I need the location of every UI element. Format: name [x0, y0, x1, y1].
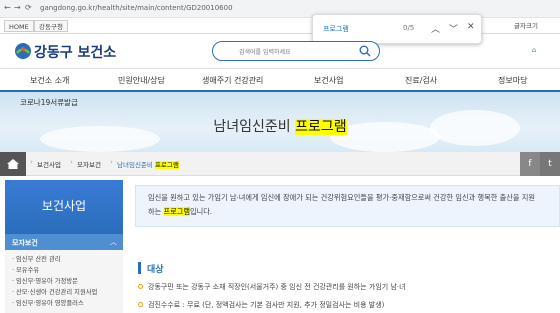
section-marker — [138, 262, 141, 274]
list-item: 검진수수료 : 무료 (단, 정액검사는 기본 검사만 지원, 추가 정밀검사는… — [148, 301, 385, 309]
search-icon[interactable] — [359, 45, 371, 57]
intro-text: 하는 프로그램입니다. — [148, 207, 212, 217]
home-icon — [7, 159, 19, 169]
intro-text-post: 입니다. — [189, 207, 213, 216]
find-prev-icon[interactable]: ︿ — [431, 22, 440, 35]
sidebar-subitem[interactable]: · 임신부·영유아 가정방문 — [12, 276, 78, 285]
forward-icon[interactable]: → — [14, 2, 21, 14]
twitter-icon[interactable]: t — [540, 152, 560, 176]
intro-text: 임신을 원하고 있는 가임기 남·녀에게 임신에 장애가 되는 건강위험요인들을… — [148, 193, 536, 202]
nav-health-programs[interactable]: 보건사업 — [314, 75, 343, 86]
breadcrumb-separator: › — [70, 158, 73, 166]
site-logo[interactable]: 강동구 보건소 — [34, 42, 116, 62]
breadcrumb-current: 남녀임신준비 프로그램 — [117, 159, 179, 169]
sidebar-subitem[interactable]: · 임신부·영유아 영양플러스 — [12, 298, 84, 307]
tab-home[interactable]: HOME — [4, 20, 34, 32]
list-item: 강동구민 또는 강동구 소재 직장인(서울거주) 중 임신 전 건강관리를 원하… — [148, 283, 406, 291]
main-nav: 보건소 소개 민원안내/상담 생애주기 건강관리 보건사업 진료/검사 정보마당 — [0, 68, 560, 92]
font-size-link[interactable]: 글자크기 — [510, 20, 542, 32]
find-in-page-bar: 프로그램 0/5 ︿ ﹀ ✕ — [312, 14, 482, 44]
sidebar-subitem[interactable]: · 산모·신생아 건강관리 지원사업 — [12, 287, 97, 296]
tab-gangdong[interactable]: 강동구청 — [34, 20, 68, 32]
find-input[interactable]: 프로그램 — [323, 24, 349, 34]
covid-docs-link[interactable]: 코로나19서류발급 — [20, 97, 78, 108]
page-title: 남녀임신준비 프로그램 — [0, 116, 560, 136]
breadcrumb-separator: › — [110, 158, 113, 166]
nav-about[interactable]: 보건소 소개 — [30, 75, 69, 86]
section-title: 대상 — [147, 265, 164, 275]
home-icon[interactable]: ⌂ — [532, 46, 536, 54]
sidebar-title: 보건사업 — [41, 199, 87, 213]
breadcrumb-item-maternal[interactable]: 모자보건 — [77, 159, 101, 169]
gangdong-logo-icon — [15, 43, 31, 59]
back-icon[interactable]: ← — [4, 2, 11, 14]
bullet-icon — [138, 284, 143, 289]
breadcrumb-current-text: 남녀임신준비 — [117, 161, 155, 169]
nav-clinic[interactable]: 진료/검사 — [405, 75, 437, 86]
breadcrumb-item-health[interactable]: 보건사업 — [37, 159, 61, 169]
breadcrumb-separator: › — [30, 158, 33, 166]
breadcrumb: › 보건사업 › 모자보건 › 남녀임신준비 프로그램 f t — [0, 152, 560, 176]
page-title-highlight: 프로그램 — [295, 119, 347, 135]
bullet-icon — [138, 302, 143, 307]
page-title-text: 남녀임신준비 — [213, 119, 296, 135]
intro-text-highlight: 프로그램 — [163, 207, 190, 216]
reload-icon[interactable]: ⟳ — [25, 2, 32, 14]
facebook-icon[interactable]: f — [520, 152, 540, 176]
breadcrumb-current-highlight: 프로그램 — [154, 161, 179, 169]
nav-civil[interactable]: 민원안내/상담 — [118, 75, 165, 86]
search-input[interactable]: 검색어를 입력하세요 — [212, 41, 380, 61]
chevron-up-icon: ︿ — [110, 238, 117, 246]
nav-lifecycle[interactable]: 생애주기 건강관리 — [202, 75, 263, 86]
breadcrumb-home[interactable] — [0, 152, 26, 176]
find-close-icon[interactable]: ✕ — [467, 22, 475, 32]
intro-box — [135, 185, 560, 227]
sidebar-subitem[interactable]: · 임신부 산전 관리 — [12, 254, 61, 263]
sidebar-subitem[interactable]: · 모유수유 — [12, 265, 39, 274]
search-placeholder: 검색어를 입력하세요 — [239, 49, 291, 56]
sidebar-item-label: 모자보건 — [12, 239, 38, 247]
nav-info[interactable]: 정보마당 — [498, 75, 527, 86]
intro-text-pre: 하는 — [148, 207, 164, 216]
find-next-icon[interactable]: ﹀ — [449, 22, 458, 35]
find-count: 0/5 — [403, 24, 415, 32]
